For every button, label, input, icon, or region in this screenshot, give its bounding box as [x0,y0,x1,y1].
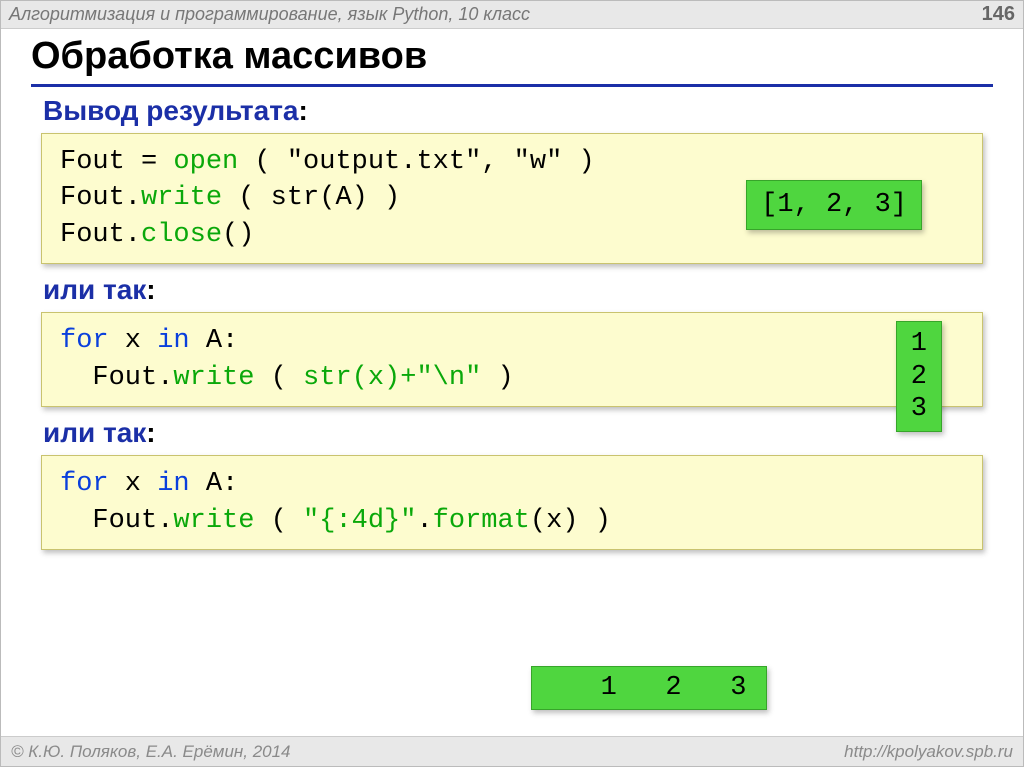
code-box-1: Fout = open ( "output.txt", "w" ) Fout.w… [41,133,983,264]
output-badge-3: 1 2 3 [531,666,767,710]
kw-for: for [60,326,109,356]
fn-close: close [141,220,222,250]
code-box-2: for x in A: Fout.write ( str(x)+"\n" ) 1… [41,312,983,407]
course-title: Алгоритмизация и программирование, язык … [9,4,530,25]
section-1-text: Вывод результата [43,95,298,126]
footer-copyright: © К.Ю. Поляков, Е.А. Ерёмин, 2014 [11,742,291,762]
fn-write: write [173,506,254,536]
kw-for: for [60,469,109,499]
code-line: Fout.write ( "{:4d}".format(x) ) [60,503,964,539]
fn-write: write [141,183,222,213]
colon: : [146,274,155,305]
code-box-3: for x in A: Fout.write ( "{:4d}".format(… [41,455,983,550]
code-line: for x in A: [60,323,964,359]
kw-in: in [157,326,189,356]
fn-format: format [433,506,530,536]
section-3-text: или так [43,417,146,448]
header-bar: Алгоритмизация и программирование, язык … [1,1,1023,29]
page-title: Обработка массивов [31,35,993,87]
colon: : [146,417,155,448]
section-label-2: или так: [43,274,993,306]
slide: Алгоритмизация и программирование, язык … [0,0,1024,767]
output-badge-2: 1 2 3 [896,321,942,432]
colon: : [298,95,307,126]
format-str: "{:4d}" [303,506,416,536]
code-line: Fout.write ( str(x)+"\n" ) [60,360,964,396]
section-label-3: или так: [43,417,993,449]
content-area: Обработка массивов Вывод результата: Fou… [1,29,1023,550]
code-line: Fout = open ( "output.txt", "w" ) [60,144,964,180]
code-line: for x in A: [60,466,964,502]
str-arg: str(x)+"\n" [303,363,481,393]
fn-write: write [173,363,254,393]
kw-in: in [157,469,189,499]
fn-open: open [173,147,238,177]
footer-url: http://kpolyakov.spb.ru [844,742,1013,762]
page-number: 146 [982,3,1015,26]
output-badge-1: [1, 2, 3] [746,180,922,230]
section-2-text: или так [43,274,146,305]
section-label-1: Вывод результата: [43,95,993,127]
footer-bar: © К.Ю. Поляков, Е.А. Ерёмин, 2014 http:/… [1,736,1023,766]
